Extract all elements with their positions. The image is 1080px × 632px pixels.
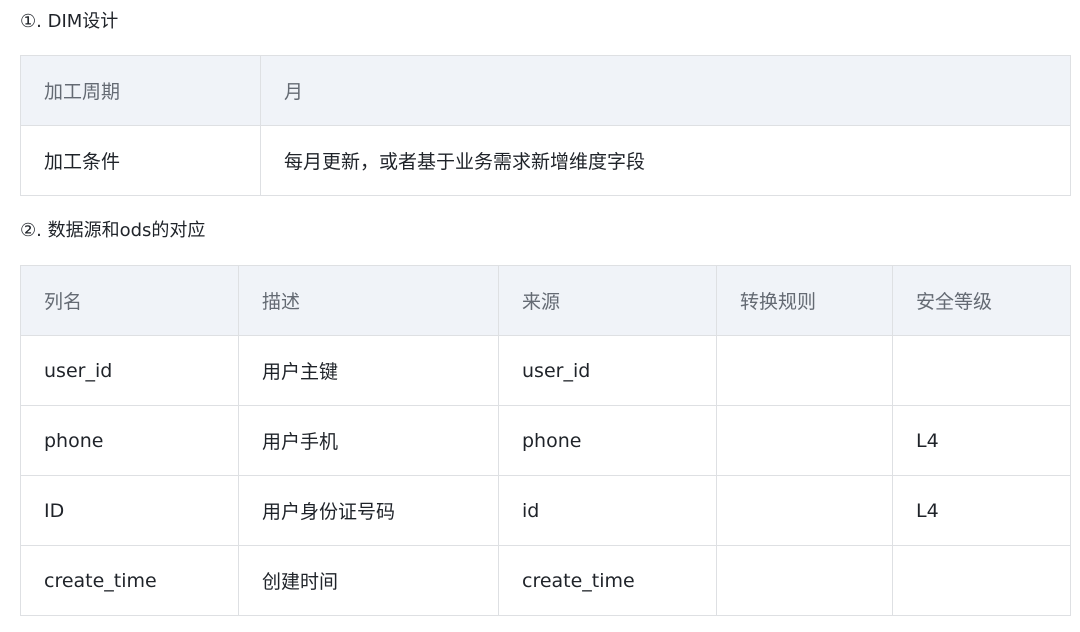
column-header-name: 列名 bbox=[20, 265, 239, 336]
section-heading-dim-design: ①. DIM设计 bbox=[20, 11, 119, 32]
cell-column-name: user_id bbox=[20, 335, 239, 406]
dim-design-table: 加工周期 月 加工条件 每月更新，或者基于业务需求新增维度字段 bbox=[20, 55, 1071, 196]
source-mapping-table: 列名 描述 来源 转换规则 安全等级 user_id 用户主键 user_id … bbox=[20, 265, 1071, 616]
cell-transform-rule bbox=[716, 405, 893, 476]
table-row-processing-cycle: 加工周期 月 bbox=[20, 55, 1071, 126]
cell-description: 用户身份证号码 bbox=[238, 475, 499, 546]
cell-source: id bbox=[498, 475, 717, 546]
cell-column-name: create_time bbox=[20, 545, 239, 616]
cell-column-name: ID bbox=[20, 475, 239, 546]
table-cell-value: 月 bbox=[260, 55, 1071, 126]
cell-security-level bbox=[892, 335, 1071, 406]
cell-column-name: phone bbox=[20, 405, 239, 476]
cell-security-level: L4 bbox=[892, 475, 1071, 546]
table-row: ID 用户身份证号码 id L4 bbox=[20, 475, 1071, 546]
column-header-transform-rule: 转换规则 bbox=[716, 265, 893, 336]
table-cell-value: 每月更新，或者基于业务需求新增维度字段 bbox=[260, 125, 1071, 196]
cell-description: 创建时间 bbox=[238, 545, 499, 616]
cell-source: create_time bbox=[498, 545, 717, 616]
cell-source: phone bbox=[498, 405, 717, 476]
table-header-row: 列名 描述 来源 转换规则 安全等级 bbox=[20, 265, 1071, 336]
cell-security-level: L4 bbox=[892, 405, 1071, 476]
table-row: create_time 创建时间 create_time bbox=[20, 545, 1071, 616]
table-cell-label: 加工条件 bbox=[20, 125, 261, 196]
table-row: phone 用户手机 phone L4 bbox=[20, 405, 1071, 476]
table-row: user_id 用户主键 user_id bbox=[20, 335, 1071, 406]
table-row-processing-condition: 加工条件 每月更新，或者基于业务需求新增维度字段 bbox=[20, 125, 1071, 196]
cell-transform-rule bbox=[716, 475, 893, 546]
column-header-source: 来源 bbox=[498, 265, 717, 336]
cell-transform-rule bbox=[716, 335, 893, 406]
cell-description: 用户主键 bbox=[238, 335, 499, 406]
cell-security-level bbox=[892, 545, 1071, 616]
column-header-security-level: 安全等级 bbox=[892, 265, 1071, 336]
section-heading-source-mapping: ②. 数据源和ods的对应 bbox=[20, 220, 206, 241]
cell-description: 用户手机 bbox=[238, 405, 499, 476]
cell-source: user_id bbox=[498, 335, 717, 406]
column-header-description: 描述 bbox=[238, 265, 499, 336]
cell-transform-rule bbox=[716, 545, 893, 616]
table-cell-label: 加工周期 bbox=[20, 55, 261, 126]
